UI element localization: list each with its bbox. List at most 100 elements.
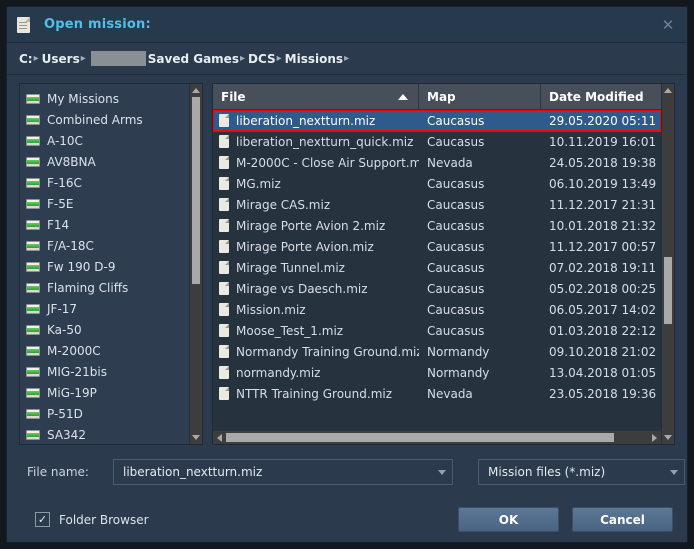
folder-icon [26,324,40,335]
filename-row: File name: liberation_nextturn.miz Missi… [19,459,685,485]
sidebar-item-flaming-cliffs[interactable]: Flaming Cliffs [20,277,189,298]
table-row[interactable]: Mirage Tunnel.miz Caucasus 07.02.2018 19:1… [213,257,661,278]
sidebar-item-mig-19p[interactable]: MiG-19P [20,382,189,403]
cell-map: Normandy [427,344,490,359]
file-list-vertical-scrollbar[interactable] [661,84,674,444]
folder-icon [26,240,40,251]
sidebar-item-label: MiG-19P [47,385,97,400]
ok-button[interactable]: OK [458,507,559,532]
breadcrumb-separator: ▸ [239,53,245,64]
sidebar-item-label: M-2000C [47,343,101,358]
file-name: Normandy Training Ground.miz [236,344,419,359]
table-row[interactable]: Normandy Training Ground.miz Normandy 09.1… [213,341,661,362]
cell-date-modified: 11.12.2017 00:57 [549,239,657,254]
file-type-filter-select[interactable]: Mission files (*.miz) [478,459,685,485]
folder-icon [26,156,40,167]
sidebar-item-p-51d[interactable]: P-51D [20,403,189,424]
breadcrumb-item-4[interactable]: DCS [248,52,276,66]
sidebar-vertical-scrollbar[interactable] [189,84,202,444]
page-title: Open mission: [44,17,151,32]
chevron-down-icon[interactable] [670,469,678,475]
cancel-button[interactable]: Cancel [572,507,673,532]
bottom-row: ✓ Folder Browser OK Cancel [19,507,675,532]
table-row[interactable]: normandy.miz Normandy 13.04.2018 01:05 [213,362,661,383]
sidebar-item-combined-arms[interactable]: Combined Arms [20,109,189,130]
column-header-file[interactable]: File [213,84,419,109]
scroll-up-icon[interactable] [662,84,674,97]
sidebar-item-fw-190-d-9[interactable]: Fw 190 D-9 [20,256,189,277]
breadcrumb-separator: ▸ [276,53,282,64]
column-header-map[interactable]: Map [419,84,541,109]
cell-map: Caucasus [427,323,485,338]
checkbox-check-icon[interactable]: ✓ [35,512,50,527]
sidebar-item-f-16c[interactable]: F-16C [20,172,189,193]
sidebar-item-label: JF-17 [47,301,78,316]
cell-file: Mission.miz [213,303,419,317]
folder-icon [26,198,40,209]
scroll-down-icon[interactable] [662,431,674,444]
horizontal-scrollbar[interactable] [213,430,661,444]
breadcrumb-item-username-redacted[interactable] [90,51,146,66]
table-row[interactable]: liberation_nextturn_quick.miz Caucasus 10.… [213,131,661,152]
sidebar-item-mig-21bis[interactable]: MIG-21bis [20,361,189,382]
cell-file: normandy.miz [213,366,419,380]
sidebar-scroll-thumb[interactable] [192,97,200,285]
folder-icon [26,93,40,104]
sidebar-item-my-missions[interactable]: My Missions [20,88,189,109]
table-row[interactable]: MG.miz Caucasus 06.10.2019 13:49 [213,173,661,194]
scroll-down-icon[interactable] [190,431,202,444]
folder-icon [26,282,40,293]
sidebar-item-sa342[interactable]: SA342 [20,424,189,444]
horizontal-scroll-track[interactable] [226,431,648,444]
table-row[interactable]: NTTR Training Ground.miz Nevada 23.05.2018… [213,383,661,404]
folder-icon [26,366,40,377]
sidebar-item-f-5e[interactable]: F-5E [20,193,189,214]
horizontal-scroll-thumb[interactable] [226,433,615,442]
table-row[interactable]: Moose_Test_1.miz Caucasus 01.03.2018 22:12 [213,320,661,341]
file-icon [219,303,229,316]
table-row[interactable]: Mirage Porte Avion.miz Caucasus 11.12.2017… [213,236,661,257]
sidebar-item-jf-17[interactable]: JF-17 [20,298,189,319]
cell-map: Caucasus [427,218,485,233]
sidebar-item-f-a-18c[interactable]: F/A-18C [20,235,189,256]
sidebar-item-label: Ka-50 [47,322,82,337]
table-row[interactable]: Mirage CAS.miz Caucasus 11.12.2017 21:31 [213,194,661,215]
table-row[interactable]: Mirage vs Daesch.miz Caucasus 05.02.2018 0… [213,278,661,299]
breadcrumb-item-3[interactable]: Saved Games [148,52,239,66]
close-icon[interactable]: ✕ [657,14,679,36]
scroll-up-icon[interactable] [190,84,202,97]
dialog-body: My Missions Combined Arms A-10C AV8BNA F-16C… [7,75,687,445]
table-row[interactable]: Mirage Porte Avion 2.miz Caucasus 10.01.20… [213,215,661,236]
folder-browser-label: Folder Browser [59,512,149,527]
sidebar-item-ka-50[interactable]: Ka-50 [20,319,189,340]
breadcrumb-item-1[interactable]: Users [42,52,80,66]
sidebar-scroll-track[interactable] [190,97,202,431]
cell-file: liberation_nextturn.miz [213,114,419,128]
breadcrumb-item-0[interactable]: C: [19,52,33,66]
file-scroll-thumb[interactable] [664,257,672,325]
sidebar-item-m-2000c[interactable]: M-2000C [20,340,189,361]
filename-input[interactable]: liberation_nextturn.miz [113,459,453,485]
sidebar-item-f14[interactable]: F14 [20,214,189,235]
file-scroll-track[interactable] [662,97,674,431]
sidebar-item-av8bna[interactable]: AV8BNA [20,151,189,172]
chevron-down-icon[interactable] [438,469,446,475]
cell-date-modified: 10.11.2019 16:01 [549,134,657,149]
cell-file: Moose_Test_1.miz [213,324,419,338]
sidebar-item-label: A-10C [47,133,83,148]
folder-browser-checkbox[interactable]: ✓ Folder Browser [19,512,149,527]
cell-date-modified: 10.01.2018 21:32 [549,218,657,233]
file-name: Mirage Porte Avion.miz [236,239,374,254]
table-row[interactable]: Mission.miz Caucasus 06.05.2017 14:02 [213,299,661,320]
scroll-right-icon[interactable] [648,433,661,442]
breadcrumb-separator: ▸ [80,53,86,64]
table-row[interactable]: M-2000C - Close Air Support.miz Nevada 24.… [213,152,661,173]
cell-date-modified: 24.05.2018 19:38 [549,155,657,170]
sidebar-item-label: F-5E [47,196,74,211]
table-row[interactable]: liberation_nextturn.miz Caucasus 29.05.202… [213,110,661,132]
sidebar-item-a-10c[interactable]: A-10C [20,130,189,151]
column-header-date-modified[interactable]: Date Modified [541,84,661,109]
scroll-left-icon[interactable] [213,433,226,442]
cell-map: Normandy [427,365,490,380]
breadcrumb-item-5[interactable]: Missions [285,52,343,66]
